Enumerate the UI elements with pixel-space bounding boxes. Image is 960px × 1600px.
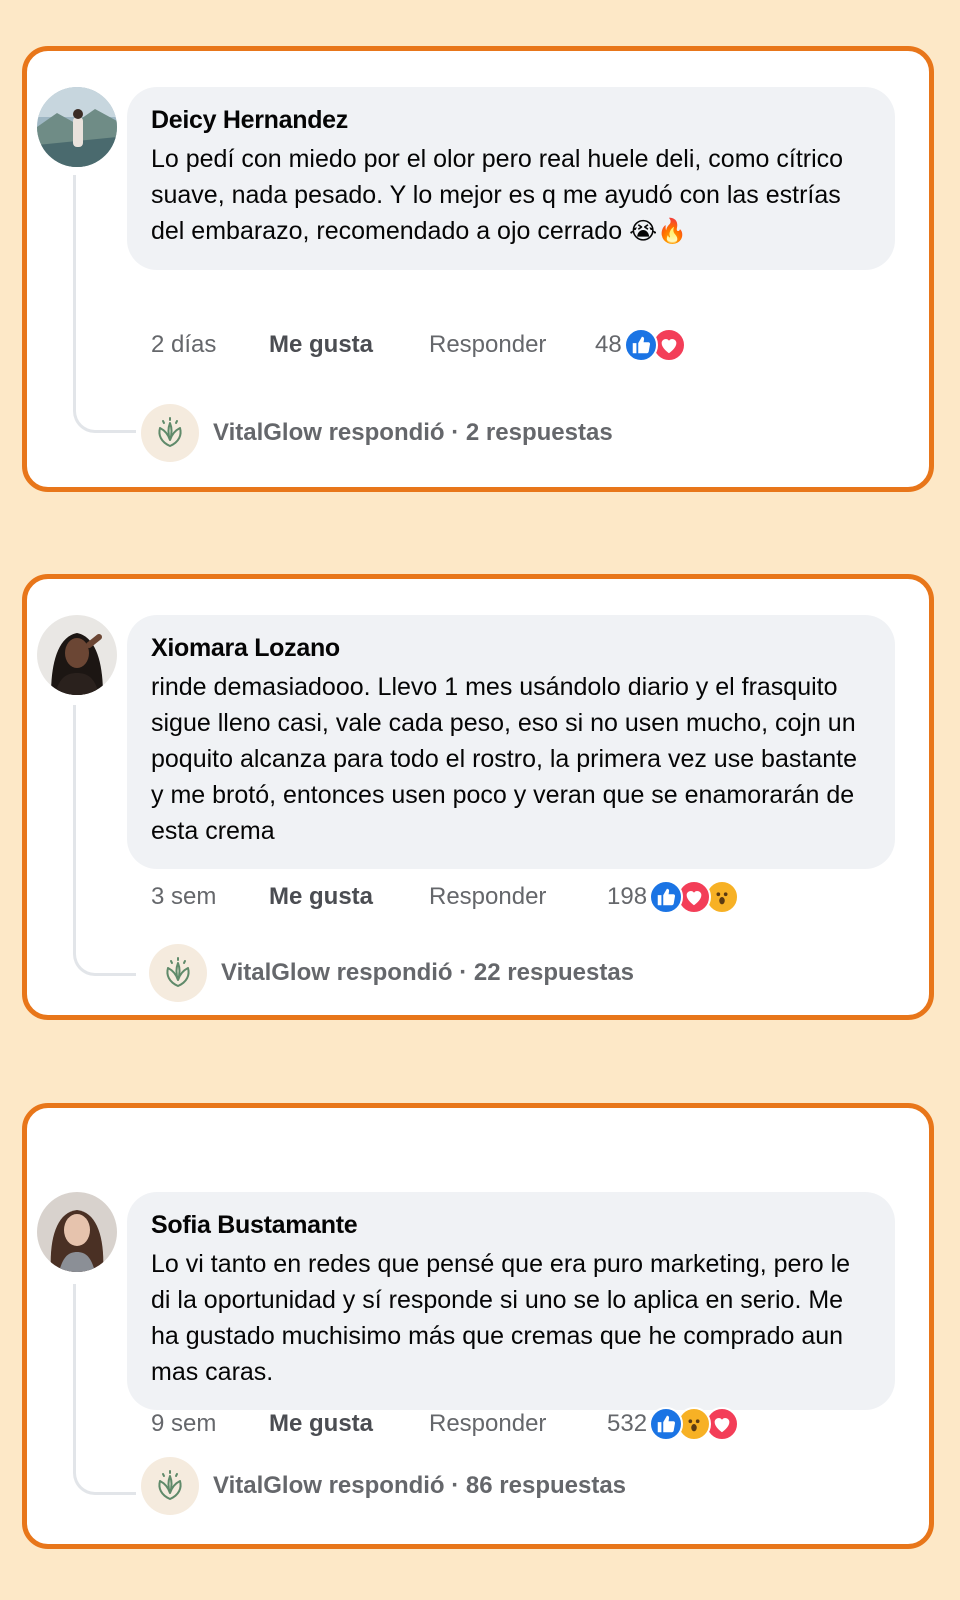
like-icon — [649, 1407, 684, 1441]
replies-row[interactable]: VitalGlow respondió · 22 respuestas — [149, 943, 634, 1003]
like-icon — [649, 880, 684, 914]
comment-text: Lo vi tanto en redes que pensé que era p… — [151, 1250, 851, 1386]
replies-row[interactable]: VitalGlow respondió · 2 respuestas — [141, 403, 613, 463]
replies-link[interactable]: VitalGlow respondió · 86 respuestas — [213, 1472, 626, 1500]
replies-row[interactable]: VitalGlow respondió · 86 respuestas — [141, 1456, 626, 1516]
comment-text: rinde demasiadooo. Llevo 1 mes usándolo … — [151, 673, 857, 845]
reaction-count[interactable]: 532 — [607, 1410, 647, 1438]
avatar[interactable] — [37, 1192, 117, 1272]
comment-text-body: Lo pedí con miedo por el olor pero real … — [151, 145, 844, 245]
vitalglow-logo-icon — [141, 404, 199, 462]
comment-time[interactable]: 2 días — [151, 331, 269, 359]
comment-card: Deicy Hernandez Lo pedí con miedo por el… — [22, 46, 934, 492]
comment-bubble: Sofia Bustamante Lo vi tanto en redes qu… — [127, 1192, 895, 1410]
comment-author[interactable]: Xiomara Lozano — [151, 631, 873, 665]
comment-time[interactable]: 9 sem — [151, 1410, 269, 1438]
reaction-icons[interactable] — [649, 880, 740, 914]
emoji-reaction: 😭🔥 — [629, 218, 688, 245]
reaction-icons[interactable] — [623, 328, 686, 362]
reaction-count[interactable]: 48 — [595, 331, 622, 359]
like-icon — [623, 328, 658, 362]
vitalglow-logo-icon — [141, 1457, 199, 1515]
avatar[interactable] — [37, 87, 117, 167]
reply-button[interactable]: Responder — [429, 331, 595, 359]
comment-bubble: Xiomara Lozano rinde demasiadooo. Llevo … — [127, 615, 895, 869]
like-button[interactable]: Me gusta — [269, 1410, 429, 1438]
avatar[interactable] — [37, 615, 117, 695]
comment-meta-row: 2 días Me gusta Responder 48 — [151, 325, 686, 365]
replies-link[interactable]: VitalGlow respondió · 2 respuestas — [213, 419, 613, 447]
vitalglow-logo-icon — [149, 944, 207, 1002]
comment-card: Sofia Bustamante Lo vi tanto en redes qu… — [22, 1103, 934, 1549]
replies-link[interactable]: VitalGlow respondió · 22 respuestas — [221, 959, 634, 987]
reaction-count[interactable]: 198 — [607, 883, 647, 911]
comment-meta-row: 3 sem Me gusta Responder 198 — [151, 877, 740, 917]
comment-bubble: Deicy Hernandez Lo pedí con miedo por el… — [127, 87, 895, 270]
reply-button[interactable]: Responder — [429, 883, 595, 911]
comment-time[interactable]: 3 sem — [151, 883, 269, 911]
like-button[interactable]: Me gusta — [269, 331, 429, 359]
like-button[interactable]: Me gusta — [269, 883, 429, 911]
reaction-icons[interactable] — [649, 1407, 740, 1441]
comment-meta-row: 9 sem Me gusta Responder 532 — [151, 1404, 740, 1444]
comment-author[interactable]: Deicy Hernandez — [151, 103, 873, 137]
comment-text: Lo pedí con miedo por el olor pero real … — [151, 141, 873, 250]
comment-card: Xiomara Lozano rinde demasiadooo. Llevo … — [22, 574, 934, 1020]
comment-author[interactable]: Sofia Bustamante — [151, 1208, 873, 1242]
reply-button[interactable]: Responder — [429, 1410, 595, 1438]
